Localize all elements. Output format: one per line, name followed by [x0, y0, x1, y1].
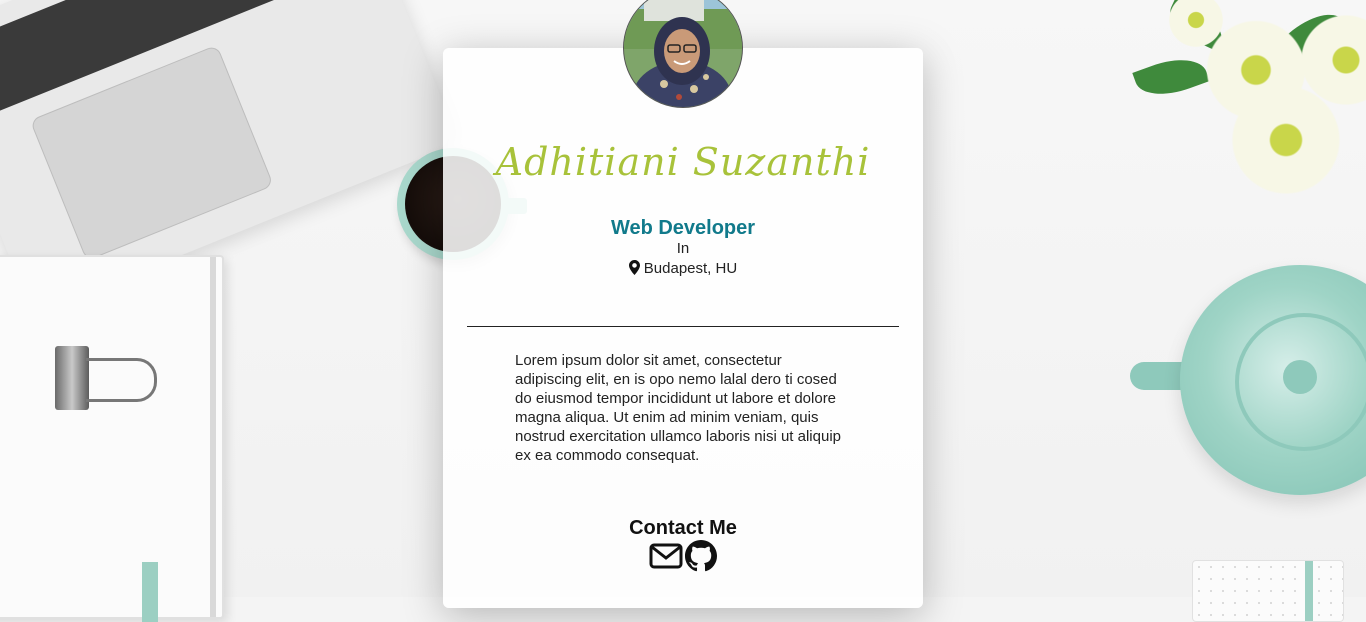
contact-heading: Contact Me [629, 517, 737, 539]
map-pin-icon [628, 260, 640, 279]
avatar-photo [624, 0, 742, 107]
profile-bio: Lorem ipsum dolor sit amet, consectetur … [515, 352, 842, 464]
bookmark-ribbon [142, 562, 158, 622]
notepad-decoration [1192, 560, 1344, 622]
envelope-icon[interactable] [649, 541, 683, 576]
notebook-decoration [0, 255, 224, 622]
binder-clip-wire [86, 358, 157, 402]
location-text: Budapest, HU [643, 260, 738, 277]
location-connector: In [676, 240, 690, 257]
flowers-decoration [1126, 0, 1366, 200]
contact-links [649, 540, 719, 577]
profile-location: Budapest, HU [443, 260, 923, 279]
section-divider [467, 326, 899, 327]
notepad-tab [1305, 561, 1313, 621]
github-icon[interactable] [685, 540, 717, 577]
leaf [1132, 49, 1210, 105]
notebook-spine [210, 257, 216, 617]
profile-name: Adhitiani Suzanthi [495, 140, 871, 184]
profile-role: Web Developer [610, 217, 756, 239]
teapot-knob [1283, 360, 1317, 394]
binder-clip-decoration [55, 346, 89, 410]
